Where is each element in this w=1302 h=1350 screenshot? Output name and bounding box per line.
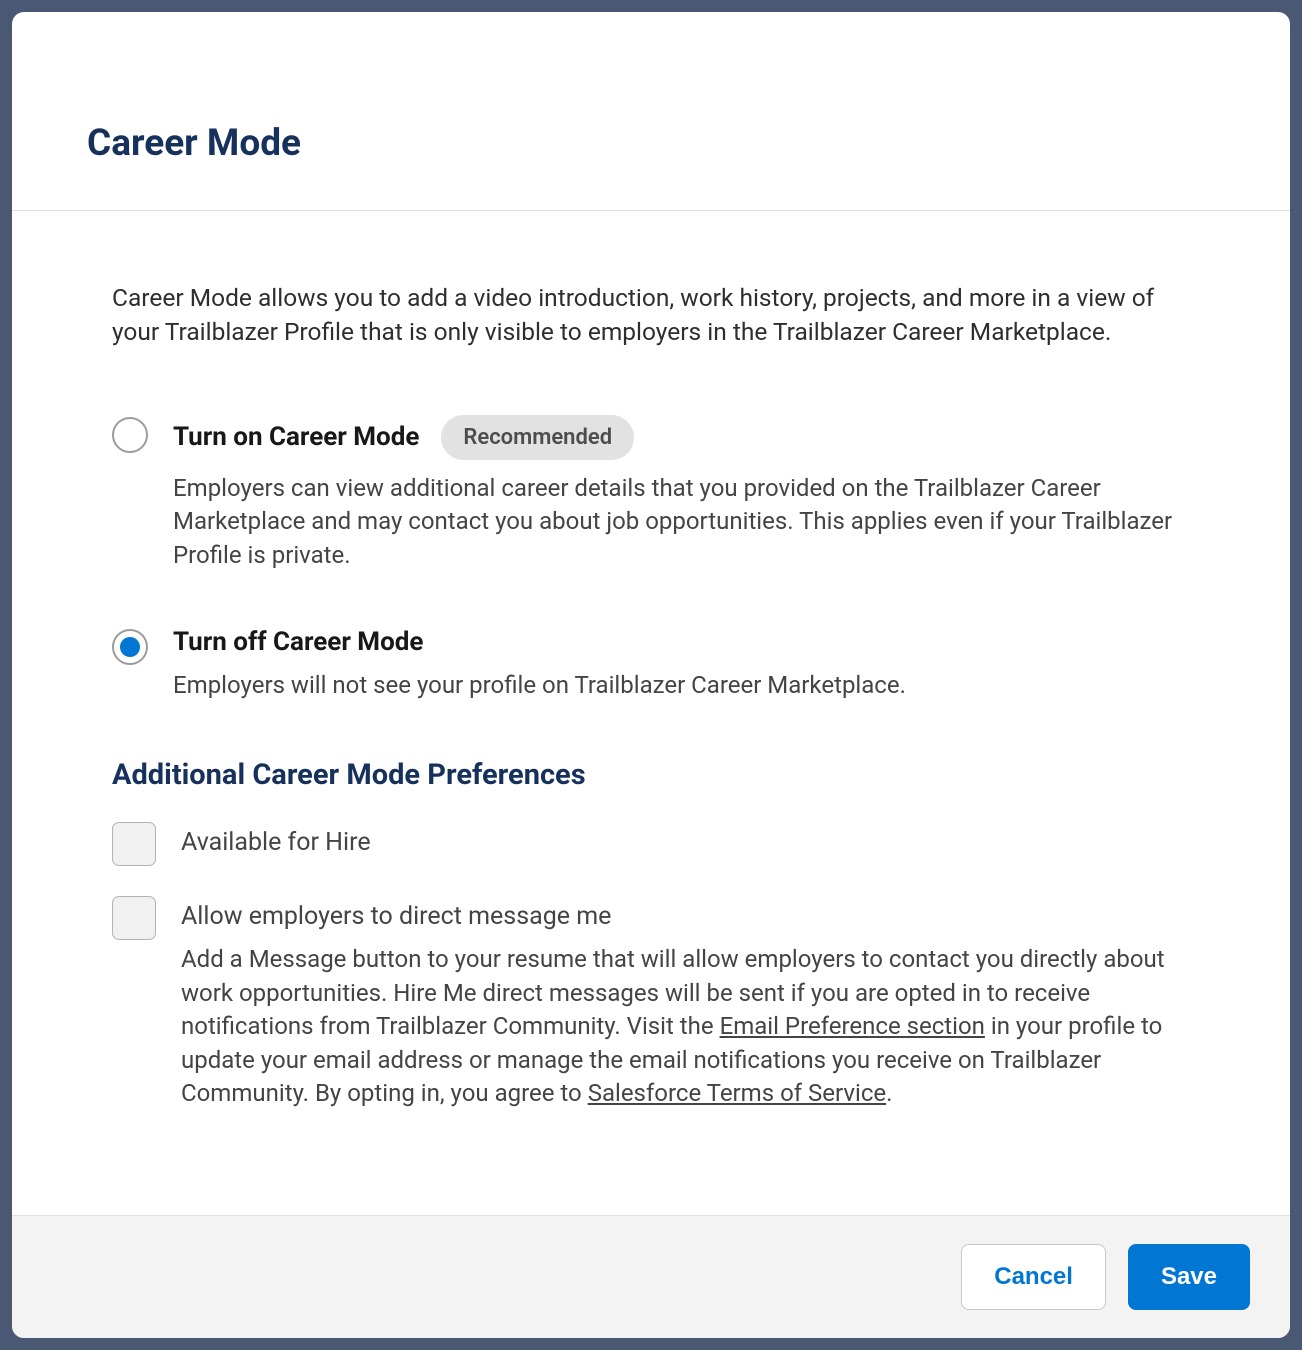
- modal-header: Career Mode: [12, 12, 1290, 211]
- intro-text: Career Mode allows you to add a video in…: [112, 281, 1190, 350]
- preferences-heading: Additional Career Mode Preferences: [112, 758, 1190, 792]
- career-mode-modal: Career Mode Career Mode allows you to ad…: [12, 12, 1290, 1338]
- radio-turn-on[interactable]: [112, 417, 148, 453]
- radio-turn-off-content: Turn off Career Mode Employers will not …: [173, 627, 1190, 703]
- radio-turn-off-label-row: Turn off Career Mode: [173, 627, 1190, 657]
- radio-turn-off-description: Employers will not see your profile on T…: [173, 669, 1190, 703]
- radio-turn-off-label: Turn off Career Mode: [173, 627, 423, 657]
- checkbox-option-dm: Allow employers to direct message me Add…: [112, 896, 1190, 1111]
- cancel-button[interactable]: Cancel: [961, 1244, 1106, 1310]
- modal-footer: Cancel Save: [12, 1215, 1290, 1338]
- checkbox-available-label: Available for Hire: [181, 828, 371, 857]
- terms-of-service-link[interactable]: Salesforce Terms of Service: [588, 1079, 886, 1107]
- modal-body: Career Mode allows you to add a video in…: [12, 211, 1290, 1215]
- radio-turn-on-content: Turn on Career Mode Recommended Employer…: [173, 415, 1190, 573]
- checkbox-available-content: Available for Hire: [181, 822, 1190, 857]
- checkbox-dm-content: Allow employers to direct message me Add…: [181, 896, 1190, 1111]
- radio-turn-on-description: Employers can view additional career det…: [173, 472, 1190, 573]
- radio-turn-on-label: Turn on Career Mode: [173, 422, 419, 452]
- save-button[interactable]: Save: [1128, 1244, 1250, 1310]
- dm-desc-part3: .: [886, 1079, 892, 1107]
- radio-option-turn-off: Turn off Career Mode Employers will not …: [112, 627, 1190, 703]
- radio-turn-off[interactable]: [112, 629, 148, 665]
- email-preference-link[interactable]: Email Preference section: [720, 1012, 985, 1040]
- checkbox-dm-description: Add a Message button to your resume that…: [181, 943, 1190, 1111]
- radio-option-turn-on: Turn on Career Mode Recommended Employer…: [112, 415, 1190, 573]
- checkbox-available-for-hire[interactable]: [112, 822, 156, 866]
- radio-turn-on-label-row: Turn on Career Mode Recommended: [173, 415, 1190, 460]
- recommended-badge: Recommended: [441, 415, 634, 460]
- checkbox-direct-message[interactable]: [112, 896, 156, 940]
- checkbox-dm-label: Allow employers to direct message me: [181, 902, 611, 931]
- checkbox-option-available: Available for Hire: [112, 822, 1190, 866]
- modal-title: Career Mode: [87, 122, 1215, 165]
